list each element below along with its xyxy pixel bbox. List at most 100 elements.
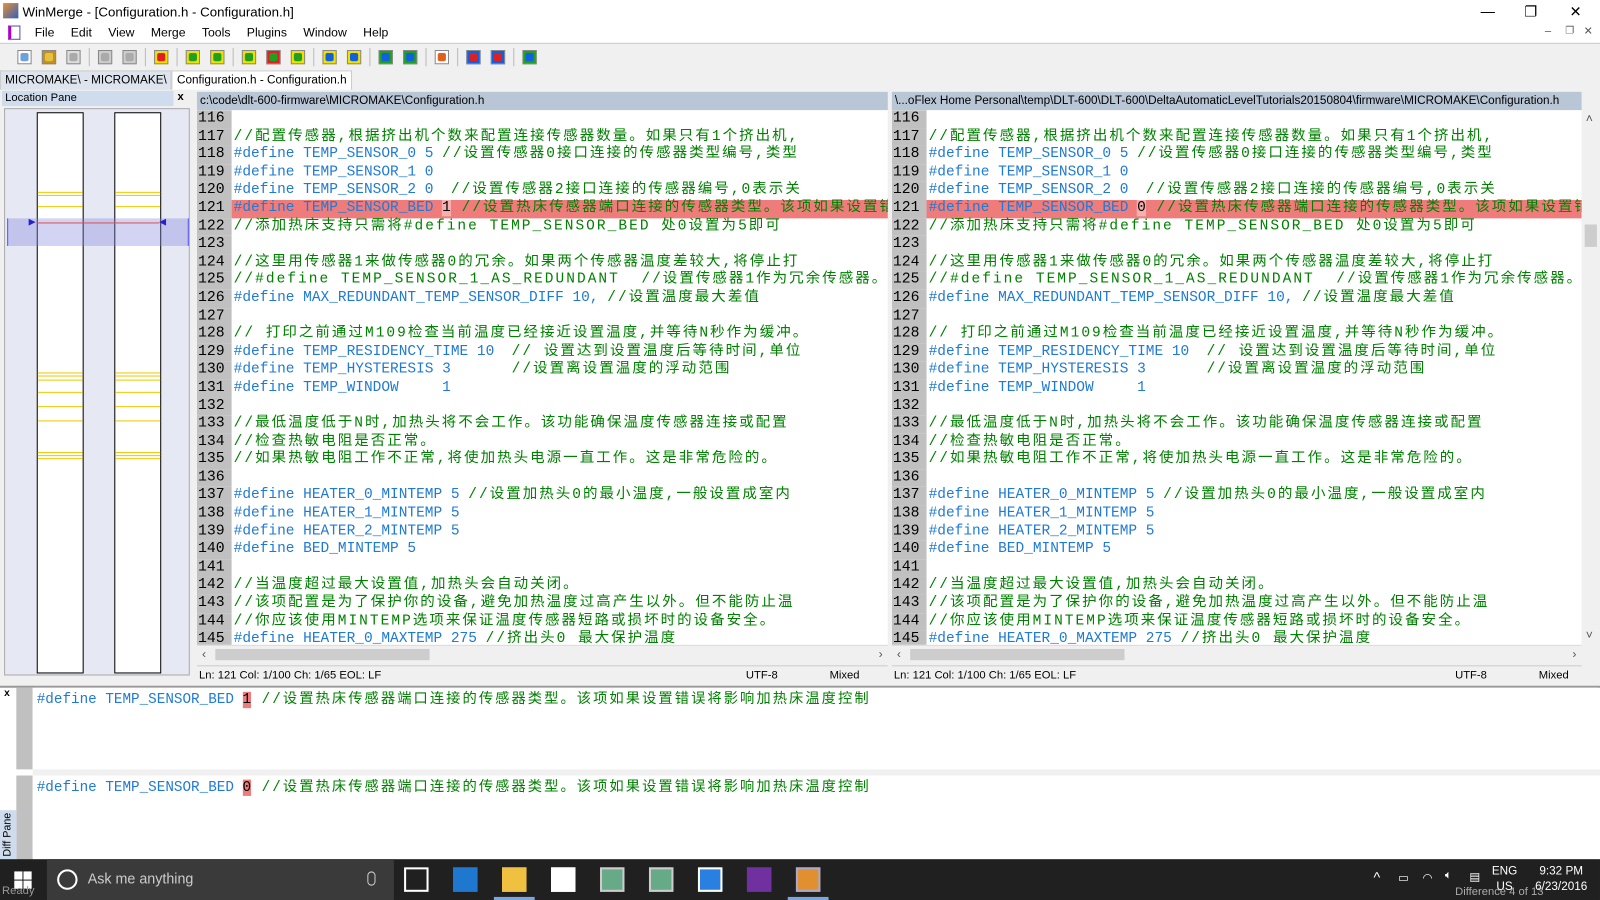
code-line[interactable]: 140 #define BED_MINTEMP 5 [891, 541, 1582, 560]
all-left-icon[interactable] [488, 47, 508, 65]
location-map[interactable]: ▶ ◀ [4, 108, 190, 676]
code-line[interactable]: 120 #define TEMP_SENSOR_2 0 //设置传感器2接口连接的… [891, 182, 1582, 200]
new-icon[interactable] [14, 47, 34, 65]
code-line[interactable]: 141 [891, 559, 1582, 577]
next-diff-icon[interactable] [183, 47, 203, 65]
code-line[interactable]: 131 #define TEMP_WINDOW 1 [196, 379, 888, 398]
code-line[interactable]: 136 [891, 469, 1582, 488]
menu-window[interactable]: Window [303, 26, 347, 40]
action-center-icon[interactable]: ▤ [1469, 869, 1480, 883]
code-line[interactable]: 141 [196, 559, 888, 577]
code-line[interactable]: 139 #define HEATER_2_MINTEMP 5 [891, 523, 1582, 542]
code-line[interactable]: 117//配置传感器,根据挤出机个数来配置连接传感器数量。如果只有1个挤出机, [891, 128, 1582, 147]
power-icon[interactable]: ▭ [1398, 870, 1409, 884]
code-line[interactable]: 132 [891, 397, 1582, 416]
code-line[interactable]: 126 #define MAX_REDUNDANT_TEMP_SENSOR_DIF… [891, 289, 1582, 308]
code-line[interactable]: 117//配置传感器,根据挤出机个数来配置连接传感器数量。如果只有1个挤出机, [196, 128, 888, 147]
options-icon[interactable] [432, 47, 452, 65]
copy-left-advance-icon[interactable] [400, 47, 420, 65]
app-icon-2[interactable] [648, 867, 674, 892]
minimize-button[interactable]: — [1465, 0, 1510, 22]
right-horizontal-scrollbar[interactable]: ‹ › [891, 644, 1582, 663]
code-line[interactable]: 118 #define TEMP_SENSOR_0 5 //设置传感器0接口连接的… [891, 146, 1582, 165]
code-line[interactable]: 128// 打印之前通过M109检查当前温度已经接近设置温度,并等待N秒作为缓冲… [196, 325, 888, 344]
code-line[interactable]: 143//该项配置是为了保护你的设备,避免加热温度过高产生以外。但不能防止温 [196, 594, 888, 613]
code-line[interactable]: 124//这里用传感器1来做传感器0的冗余。如果两个传感器温度差较大,将停止打 [196, 253, 888, 272]
code-line[interactable]: 123 [891, 235, 1582, 254]
left-code-editor[interactable]: 116 117//配置传感器,根据挤出机个数来配置连接传感器数量。如果只有1个挤出… [196, 110, 888, 645]
code-line[interactable]: 138 #define HEATER_1_MINTEMP 5 [196, 505, 888, 524]
code-line[interactable]: 119 #define TEMP_SENSOR_1 0 [196, 164, 888, 183]
code-line[interactable]: 139 #define HEATER_2_MINTEMP 5 [196, 523, 888, 542]
code-line[interactable]: 145 #define HEATER_0_MAXTEMP 275 //挤出头0 最… [891, 630, 1582, 645]
code-line[interactable]: 127 [196, 307, 888, 326]
volume-icon[interactable]: 🔈︎ [1445, 869, 1452, 882]
diff-pane-close-button[interactable]: x [4, 688, 10, 699]
code-line[interactable]: 144//你应该使用MINTEMP选项来保证温度传感器短路或损坏时的设备安全。 [891, 612, 1582, 631]
code-line[interactable]: 125//#define TEMP_SENSOR_1_AS_REDUNDANT … [891, 271, 1582, 290]
tab-folder-compare[interactable]: MICROMAKE\ - MICROMAKE\ [0, 70, 172, 90]
select-diff-icon[interactable] [151, 47, 171, 65]
menu-view[interactable]: View [108, 26, 134, 40]
diff-pane-right-line[interactable]: #define TEMP_SENSOR_BED 0 //设置热床传感器端口连接的… [32, 775, 1598, 858]
code-line[interactable]: 127 [891, 307, 1582, 326]
menu-edit[interactable]: Edit [71, 26, 92, 40]
code-line[interactable]: 134//检查热敏电阻是否正常。 [891, 433, 1582, 452]
code-line[interactable]: 119 #define TEMP_SENSOR_1 0 [891, 164, 1582, 183]
save-icon[interactable] [63, 47, 83, 65]
close-button[interactable]: ✕ [1553, 0, 1598, 22]
code-line[interactable]: 131 #define TEMP_WINDOW 1 [891, 379, 1582, 398]
restore-button[interactable]: ❐ [1508, 0, 1553, 22]
code-line[interactable]: 144//你应该使用MINTEMP选项来保证温度传感器短路或损坏时的设备安全。 [196, 612, 888, 631]
code-line[interactable]: 143//该项配置是为了保护你的设备,避免加热温度过高产生以外。但不能防止温 [891, 594, 1582, 613]
diff-pane-left-line[interactable]: #define TEMP_SENSOR_BED 1 //设置热床传感器端口连接的… [32, 687, 1598, 770]
store-icon[interactable] [551, 867, 576, 892]
task-view-icon[interactable] [404, 867, 429, 892]
code-line[interactable]: 124//这里用传感器1来做传感器0的冗余。如果两个传感器温度差较大,将停止打 [891, 253, 1582, 272]
code-line[interactable]: 116 [891, 110, 1582, 129]
location-pane-close-button[interactable]: x [178, 91, 184, 103]
code-line[interactable]: 130 #define TEMP_HYSTERESIS 3 //设置离设置温度的浮… [196, 361, 888, 380]
all-right-icon[interactable] [463, 47, 483, 65]
code-line[interactable]: 142//当温度超过最大设置值,加热头会自动关闭。 [891, 576, 1582, 595]
vertical-scrollbar[interactable]: ˄ ˅ [1581, 110, 1600, 662]
visible-area-indicator[interactable]: ▶ ◀ [7, 216, 189, 246]
code-line[interactable]: 140 #define BED_MINTEMP 5 [196, 541, 888, 560]
last-diff-icon[interactable] [288, 47, 308, 65]
file-explorer-icon[interactable] [502, 867, 527, 892]
mdi-minimize-button[interactable]: – [1545, 26, 1551, 38]
right-code-editor[interactable]: 116 117//配置传感器,根据挤出机个数来配置连接传感器数量。如果只有1个挤出… [891, 110, 1582, 645]
code-line[interactable]: 128// 打印之前通过M109检查当前温度已经接近设置温度,并等待N秒作为缓冲… [891, 325, 1582, 344]
diff-line[interactable]: 121 #define TEMP_SENSOR_BED 1 //设置热床传感器端口… [196, 199, 888, 218]
code-line[interactable]: 129 #define TEMP_RESIDENCY_TIME 10 // 设置达… [891, 343, 1582, 362]
menu-file[interactable]: File [35, 26, 55, 40]
code-line[interactable]: 137 #define HEATER_0_MINTEMP 5 //设置加热头0的最… [891, 487, 1582, 506]
winmerge-taskbar-icon[interactable] [795, 867, 821, 892]
code-line[interactable]: 145 #define HEATER_0_MAXTEMP 275 //挤出头0 最… [196, 630, 888, 645]
show-hidden-icons-button[interactable]: ^ [1373, 869, 1380, 885]
left-horizontal-scrollbar[interactable]: ‹ › [196, 644, 888, 663]
app-icon-1[interactable] [599, 867, 625, 892]
mdi-restore-button[interactable]: ❐ [1565, 26, 1574, 37]
code-line[interactable]: 133//最低温度低于N时,加热头将不会工作。该功能确保温度传感器连接或配置 [196, 415, 888, 434]
code-line[interactable]: 122//添加热床支持只需将#define TEMP_SENSOR_BED 处0… [891, 217, 1582, 236]
code-line[interactable]: 142//当温度超过最大设置值,加热头会自动关闭。 [196, 576, 888, 595]
code-line[interactable]: 133//最低温度低于N时,加热头将不会工作。该功能确保温度传感器连接或配置 [891, 415, 1582, 434]
code-line[interactable]: 135//如果热敏电阻工作不正常,将使加热头电源一直工作。这是非常危险的。 [891, 451, 1582, 470]
code-line[interactable]: 129 #define TEMP_RESIDENCY_TIME 10 // 设置达… [196, 343, 888, 362]
visual-studio-icon[interactable] [746, 867, 772, 892]
diff-line[interactable]: 121 #define TEMP_SENSOR_BED 0 //设置热床传感器端口… [891, 199, 1582, 218]
menu-tools[interactable]: Tools [202, 26, 231, 40]
network-icon[interactable]: ◠ [1422, 870, 1432, 884]
app-icon-3[interactable] [697, 867, 723, 892]
code-line[interactable]: 116 [196, 110, 888, 129]
refresh-icon[interactable] [519, 47, 539, 65]
code-line[interactable]: 120 #define TEMP_SENSOR_2 0 //设置传感器2接口连接的… [196, 182, 888, 200]
cortana-search-box[interactable]: Ask me anything [46, 859, 394, 900]
code-line[interactable]: 130 #define TEMP_HYSTERESIS 3 //设置离设置温度的浮… [891, 361, 1582, 380]
code-line[interactable]: 134//检查热敏电阻是否正常。 [196, 433, 888, 452]
menu-merge[interactable]: Merge [151, 26, 186, 40]
code-line[interactable]: 118 #define TEMP_SENSOR_0 5 //设置传感器0接口连接的… [196, 146, 888, 165]
code-line[interactable]: 122//添加热床支持只需将#define TEMP_SENSOR_BED 处0… [196, 217, 888, 236]
first-diff-icon[interactable] [239, 47, 259, 65]
